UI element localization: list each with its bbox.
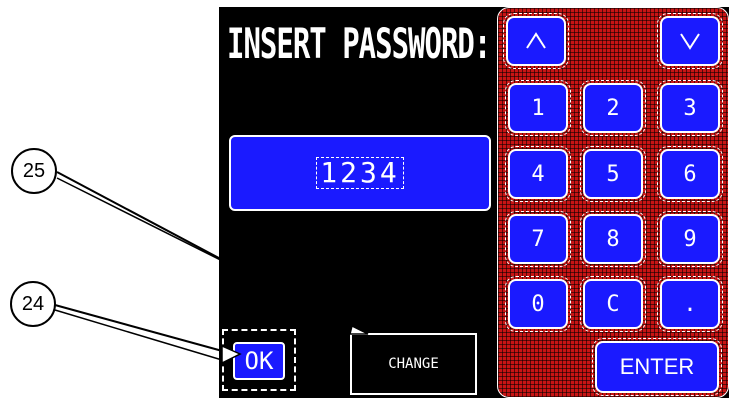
leader-line-24 bbox=[54, 304, 242, 365]
callout-24: 24 bbox=[10, 281, 56, 327]
callout-leader-lines bbox=[54, 171, 369, 365]
callout-25: 25 bbox=[11, 148, 57, 194]
leader-line-25 bbox=[56, 171, 369, 335]
